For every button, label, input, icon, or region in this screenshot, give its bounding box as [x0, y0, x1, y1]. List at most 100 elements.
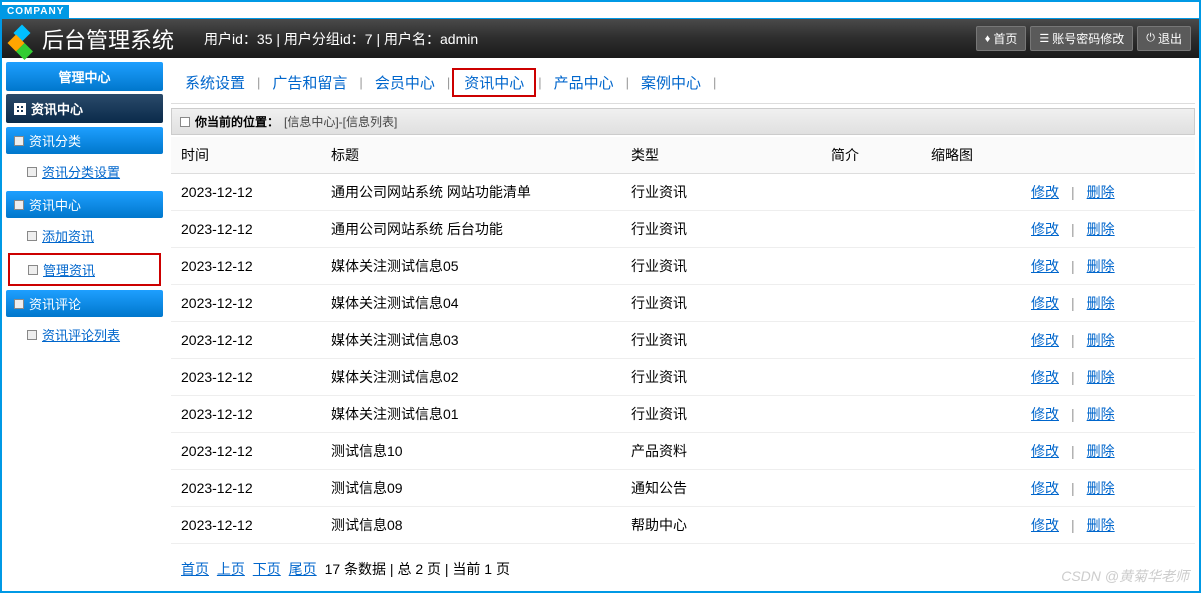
table-header: 缩略图	[921, 137, 1021, 174]
section-icon	[14, 299, 24, 309]
table-header: 标题	[321, 137, 621, 174]
edit-link[interactable]: 修改	[1031, 369, 1059, 385]
tab-separator: |	[626, 75, 629, 90]
table-cell-title: 测试信息10	[321, 433, 621, 470]
delete-link[interactable]: 删除	[1087, 184, 1115, 200]
tab-separator: |	[713, 75, 716, 90]
table-cell-type: 行业资讯	[621, 285, 821, 322]
delete-link[interactable]: 删除	[1087, 517, 1115, 533]
tab-bar: 系统设置|广告和留言|会员中心|资讯中心|产品中心|案例中心|	[171, 62, 1195, 104]
edit-link[interactable]: 修改	[1031, 221, 1059, 237]
tab-item[interactable]: 系统设置	[175, 70, 255, 95]
home-icon: ♦	[985, 33, 991, 45]
table-cell-actions: 修改|删除	[1021, 359, 1195, 396]
delete-link[interactable]: 删除	[1087, 406, 1115, 422]
tab-item[interactable]: 产品中心	[544, 70, 624, 95]
delete-link[interactable]: 删除	[1087, 258, 1115, 274]
main-area: 系统设置|广告和留言|会员中心|资讯中心|产品中心|案例中心| 你当前的位置： …	[167, 58, 1199, 591]
table-cell-intro	[821, 248, 921, 285]
breadcrumb-path: [信息中心]-[信息列表]	[284, 113, 397, 130]
system-title: 后台管理系统	[42, 23, 174, 55]
edit-link[interactable]: 修改	[1031, 517, 1059, 533]
table-cell-actions: 修改|删除	[1021, 470, 1195, 507]
edit-link[interactable]: 修改	[1031, 184, 1059, 200]
table-cell-title: 通用公司网站系统 后台功能	[321, 211, 621, 248]
delete-link[interactable]: 删除	[1087, 221, 1115, 237]
pager-first[interactable]: 首页	[181, 561, 209, 577]
table-cell-actions: 修改|删除	[1021, 322, 1195, 359]
delete-link[interactable]: 删除	[1087, 369, 1115, 385]
table-cell-time: 2023-12-12	[171, 433, 321, 470]
sidebar: 管理中心 资讯中心 资讯分类资讯分类设置资讯中心添加资讯管理资讯资讯评论资讯评论…	[2, 58, 167, 591]
table-cell-actions: 修改|删除	[1021, 211, 1195, 248]
tab-item[interactable]: 资讯中心	[452, 68, 536, 97]
sidebar-item[interactable]: 添加资讯	[8, 220, 161, 251]
delete-link[interactable]: 删除	[1087, 332, 1115, 348]
table-cell-type: 行业资讯	[621, 174, 821, 211]
edit-link[interactable]: 修改	[1031, 406, 1059, 422]
top-header: 后台管理系统 用户id：35 | 用户分组id：7 | 用户名：admin ♦首…	[2, 18, 1199, 58]
watermark: CSDN @黄菊华老师	[1061, 566, 1189, 586]
page-icon	[180, 117, 190, 127]
table-cell-intro	[821, 470, 921, 507]
delete-link[interactable]: 删除	[1087, 480, 1115, 496]
sidebar-item[interactable]: 资讯评论列表	[8, 319, 161, 350]
table-cell-title: 媒体关注测试信息01	[321, 396, 621, 433]
delete-link[interactable]: 删除	[1087, 443, 1115, 459]
logout-button[interactable]: ⏻退出	[1137, 26, 1191, 51]
table-row: 2023-12-12测试信息09通知公告修改|删除	[171, 470, 1195, 507]
tab-item[interactable]: 会员中心	[365, 70, 445, 95]
table-cell-intro	[821, 507, 921, 544]
table-cell-actions: 修改|删除	[1021, 248, 1195, 285]
table-cell-thumb	[921, 322, 1021, 359]
sidebar-main-header: 管理中心	[6, 62, 163, 91]
table-cell-thumb	[921, 211, 1021, 248]
pager-last[interactable]: 尾页	[289, 561, 317, 577]
table-header	[1021, 137, 1195, 174]
data-table: 时间标题类型简介缩略图 2023-12-12通用公司网站系统 网站功能清单行业资…	[171, 137, 1195, 544]
table-cell-type: 帮助中心	[621, 507, 821, 544]
table-cell-thumb	[921, 507, 1021, 544]
pager-next[interactable]: 下页	[253, 561, 281, 577]
password-button[interactable]: ☰账号密码修改	[1030, 26, 1133, 51]
breadcrumb-label: 你当前的位置：	[195, 113, 279, 130]
pager-prev[interactable]: 上页	[217, 561, 245, 577]
table-cell-intro	[821, 211, 921, 248]
company-tag: COMPANY	[2, 5, 69, 18]
sidebar-item[interactable]: 资讯分类设置	[8, 156, 161, 187]
edit-link[interactable]: 修改	[1031, 480, 1059, 496]
table-cell-time: 2023-12-12	[171, 470, 321, 507]
top-actions: ♦首页 ☰账号密码修改 ⏻退出	[976, 26, 1191, 51]
sidebar-item[interactable]: 管理资讯	[8, 253, 161, 286]
table-cell-type: 行业资讯	[621, 248, 821, 285]
edit-link[interactable]: 修改	[1031, 295, 1059, 311]
table-cell-actions: 修改|删除	[1021, 174, 1195, 211]
table-row: 2023-12-12测试信息10产品资料修改|删除	[171, 433, 1195, 470]
sidebar-section-header[interactable]: 资讯中心	[6, 191, 163, 218]
table-cell-actions: 修改|删除	[1021, 507, 1195, 544]
table-cell-intro	[821, 433, 921, 470]
item-icon	[27, 231, 37, 241]
section-icon	[14, 200, 24, 210]
table-cell-title: 通用公司网站系统 网站功能清单	[321, 174, 621, 211]
user-info: 用户id：35 | 用户分组id：7 | 用户名：admin	[204, 29, 976, 49]
table-cell-thumb	[921, 359, 1021, 396]
table-row: 2023-12-12媒体关注测试信息04行业资讯修改|删除	[171, 285, 1195, 322]
edit-link[interactable]: 修改	[1031, 258, 1059, 274]
table-cell-actions: 修改|删除	[1021, 396, 1195, 433]
sidebar-section-header[interactable]: 资讯评论	[6, 290, 163, 317]
tab-item[interactable]: 广告和留言	[262, 70, 357, 95]
table-cell-thumb	[921, 396, 1021, 433]
table-cell-time: 2023-12-12	[171, 285, 321, 322]
delete-link[interactable]: 删除	[1087, 295, 1115, 311]
sidebar-section-header[interactable]: 资讯分类	[6, 127, 163, 154]
table-cell-intro	[821, 359, 921, 396]
home-button[interactable]: ♦首页	[976, 26, 1027, 51]
tab-item[interactable]: 案例中心	[631, 70, 711, 95]
table-cell-time: 2023-12-12	[171, 248, 321, 285]
table-cell-time: 2023-12-12	[171, 396, 321, 433]
edit-link[interactable]: 修改	[1031, 332, 1059, 348]
edit-link[interactable]: 修改	[1031, 443, 1059, 459]
table-cell-thumb	[921, 433, 1021, 470]
table-cell-title: 媒体关注测试信息04	[321, 285, 621, 322]
